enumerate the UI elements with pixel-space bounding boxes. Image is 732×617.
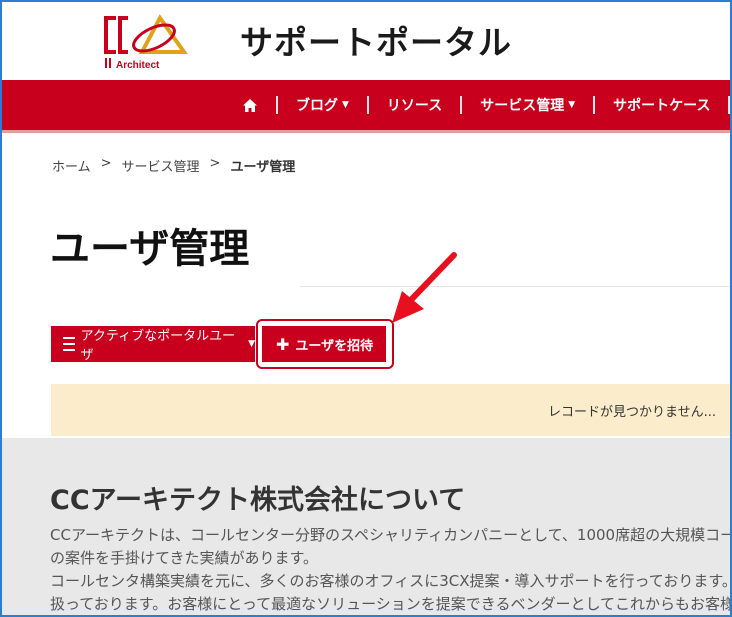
breadcrumb-separator: > xyxy=(100,156,112,171)
cc-architect-logo[interactable]: Architect xyxy=(102,12,192,72)
main-navigation: ブログ ▼ リソース サービス管理 ▼ サポートケース サ xyxy=(2,80,730,133)
empty-records-notice: レコードが見つかりません... xyxy=(51,384,730,436)
nav-home[interactable] xyxy=(224,98,276,113)
nav-separator xyxy=(276,96,278,114)
empty-records-text: レコードが見つかりません... xyxy=(548,405,717,420)
about-line: コールセンタ構築実績を元に、多くのお客様のオフィスに3CX提案・導入サポートを行… xyxy=(50,572,732,590)
page-title: ユーザ管理 xyxy=(50,226,250,272)
active-portal-users-dropdown[interactable]: アクティブなポータルユーザ ▼ xyxy=(51,326,255,363)
annotation-arrow-icon xyxy=(392,252,457,323)
logo-wordmark: Architect xyxy=(116,60,160,71)
about-line: の案件を手掛けてきた実績があります。 xyxy=(50,549,319,567)
home-icon xyxy=(243,98,257,112)
site-header: Architect サポートポータル xyxy=(2,2,730,80)
site-title[interactable]: サポートポータル xyxy=(240,16,512,64)
breadcrumb-service-management[interactable]: サービス管理 xyxy=(122,156,200,175)
invite-user-button[interactable]: ✚ ユーザを招待 xyxy=(262,326,386,362)
nav-separator xyxy=(593,96,596,114)
breadcrumb-home[interactable]: ホーム xyxy=(52,156,91,175)
plus-icon: ✚ xyxy=(276,334,290,354)
about-body: CCアーキテクトは、コールセンター分野のスペシャリティカンパニーとして、1000… xyxy=(50,524,732,615)
chevron-down-icon: ▼ xyxy=(342,100,349,110)
list-icon xyxy=(63,337,75,351)
nav-item-blog[interactable]: ブログ ▼ xyxy=(278,95,367,115)
nav-item-support-case[interactable]: サポートケース xyxy=(595,95,728,115)
about-section: CCアーキテクト株式会社について CCアーキテクトは、コールセンター分野のスペシ… xyxy=(2,438,730,615)
browser-viewport: Architect サポートポータル ブログ ▼ リソース サービス管理 ▼ サ… xyxy=(0,0,732,617)
nav-item-resources[interactable]: リソース xyxy=(369,95,460,115)
filter-label: アクティブなポータルユーザ xyxy=(80,329,236,363)
breadcrumb-current: ユーザ管理 xyxy=(230,160,296,175)
chevron-down-icon: ▼ xyxy=(248,339,255,349)
about-line: 扱っております。お客様にとって最適なソリューションを提案できるベンダーとしてこれ… xyxy=(50,595,732,613)
nav-separator xyxy=(460,96,463,114)
breadcrumb-separator: > xyxy=(209,156,221,171)
about-line: CCアーキテクトは、コールセンター分野のスペシャリティカンパニーとして、1000… xyxy=(50,526,732,544)
title-divider xyxy=(300,286,730,287)
about-title: CCアーキテクト株式会社について xyxy=(50,485,466,516)
invite-label: ユーザを招待 xyxy=(295,338,374,354)
nav-item-service-management[interactable]: サービス管理 ▼ xyxy=(462,95,593,115)
nav-separator xyxy=(366,96,369,114)
breadcrumb: ホーム > サービス管理 > ユーザ管理 xyxy=(52,156,295,175)
chevron-down-icon: ▼ xyxy=(568,100,576,110)
nav-separator xyxy=(728,96,730,114)
